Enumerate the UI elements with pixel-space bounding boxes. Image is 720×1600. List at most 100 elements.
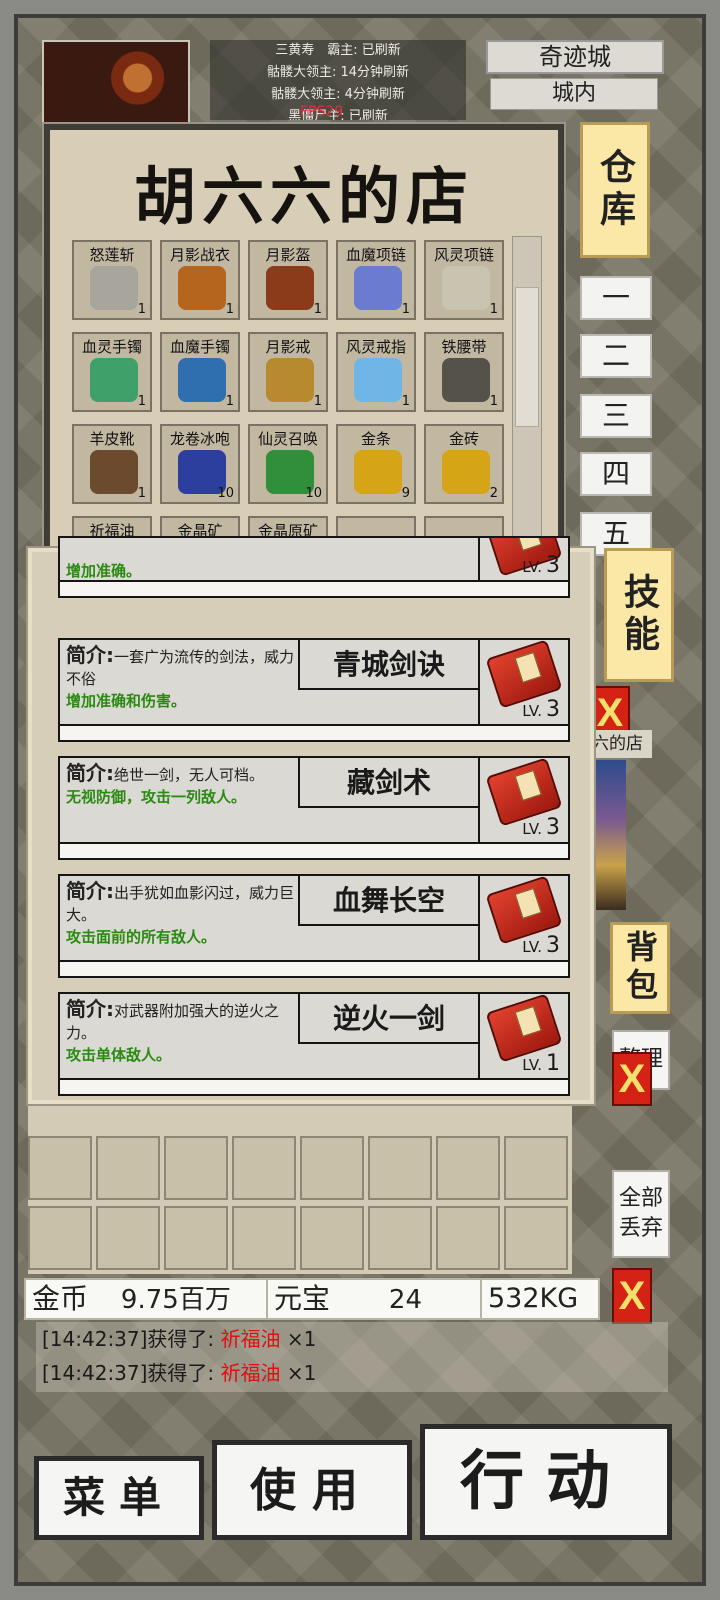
skill-description: 简介:绝世一剑，无人可档。 无视防御，攻击一列敌人。 bbox=[66, 762, 298, 808]
skill-description: 简介:对武器附加强大的逆火之力。 攻击单体敌人。 bbox=[66, 998, 298, 1066]
skill-card-divider bbox=[60, 960, 568, 976]
level-value: 3 bbox=[546, 815, 560, 840]
skill-level: LV. 1 bbox=[522, 1051, 560, 1076]
skill-effect: 攻击面前的所有敌人。 bbox=[66, 928, 217, 946]
bag-slot[interactable] bbox=[504, 1136, 568, 1200]
skill-card[interactable]: 简介:绝世一剑，无人可档。 无视防御，攻击一列敌人。 藏剑术 LV. 3 bbox=[58, 756, 570, 860]
warehouse-tab[interactable]: 仓库 bbox=[580, 122, 650, 258]
level-label: LV. bbox=[522, 938, 542, 956]
warehouse-page-1[interactable]: 一 bbox=[580, 276, 652, 320]
shop-item-slot[interactable]: 风灵戒指 1 bbox=[336, 332, 416, 412]
skill-name: 青城剑诀 bbox=[298, 640, 480, 690]
shop-item-slot[interactable]: 铁腰带 1 bbox=[424, 332, 504, 412]
action-button[interactable]: 行动 bbox=[420, 1424, 672, 1540]
skill-book-slot[interactable]: LV. 1 bbox=[478, 993, 568, 1080]
skill-card[interactable]: 增加准确。 LV. 3 bbox=[58, 536, 570, 598]
skill-name: 逆火一剑 bbox=[298, 994, 480, 1044]
bag-slot[interactable] bbox=[300, 1206, 364, 1270]
item-name: 风灵项链 bbox=[433, 246, 494, 264]
item-icon bbox=[178, 358, 226, 402]
bag-slot[interactable] bbox=[436, 1206, 500, 1270]
item-name: 血魔手镯 bbox=[169, 338, 230, 356]
skill-book-slot[interactable]: LV. 3 bbox=[478, 757, 568, 844]
shop-item-slot[interactable]: 龙卷冰咆 10 bbox=[160, 424, 240, 504]
item-name: 风灵戒指 bbox=[345, 338, 406, 356]
weight-display: 532KG bbox=[488, 1283, 579, 1314]
item-icon bbox=[90, 358, 138, 402]
bag-slot[interactable] bbox=[368, 1206, 432, 1270]
npc-figure[interactable] bbox=[596, 760, 626, 910]
gold-value: 9.75百万 bbox=[120, 1285, 231, 1315]
bag-slot[interactable] bbox=[232, 1136, 296, 1200]
discard-all-button[interactable]: 全部丢弃 bbox=[612, 1170, 670, 1258]
map-area: 城内 bbox=[490, 78, 658, 110]
desc-label: 简介: bbox=[66, 997, 114, 1021]
shop-item-slot[interactable]: 怒莲斩 1 bbox=[72, 240, 152, 320]
level-value: 1 bbox=[546, 1051, 560, 1076]
bag-slot[interactable] bbox=[164, 1136, 228, 1200]
desc-text: 绝世一剑，无人可档。 bbox=[114, 766, 265, 784]
warehouse-page-3[interactable]: 三 bbox=[580, 394, 652, 438]
skill-card[interactable]: 简介:一套广为流传的剑法，威力不俗 增加准确和伤害。 青城剑诀 LV. 3 bbox=[58, 638, 570, 742]
bag-slot[interactable] bbox=[164, 1206, 228, 1270]
item-name: 月影盔 bbox=[265, 246, 311, 264]
close-bag-button[interactable]: X bbox=[612, 1052, 652, 1106]
skill-book-slot[interactable]: LV. 3 bbox=[478, 639, 568, 726]
menu-button[interactable]: 菜单 bbox=[34, 1456, 204, 1540]
shop-window: 胡六六的店 怒莲斩 1 月影战衣 1 月影盔 1 血魔项链 1 风灵项链 1 血灵手镯 1 血魔手镯 1 月… bbox=[42, 122, 566, 556]
skill-level: LV. 3 bbox=[522, 815, 560, 840]
use-button[interactable]: 使用 bbox=[212, 1440, 412, 1540]
shop-item-slot[interactable]: 金砖 2 bbox=[424, 424, 504, 504]
desc-label: 简介: bbox=[66, 879, 114, 903]
skill-name: 血舞长空 bbox=[298, 876, 480, 926]
bag-slot[interactable] bbox=[368, 1136, 432, 1200]
item-name: 血魔项链 bbox=[345, 246, 406, 264]
shop-item-slot[interactable]: 月影盔 1 bbox=[248, 240, 328, 320]
bag-slot[interactable] bbox=[232, 1206, 296, 1270]
skill-card-divider bbox=[60, 724, 568, 740]
close-discard-button[interactable]: X bbox=[612, 1268, 652, 1324]
character-portrait[interactable] bbox=[42, 40, 190, 124]
shop-item-slot[interactable]: 金条 9 bbox=[336, 424, 416, 504]
fps-counter: FPS29 bbox=[300, 104, 344, 120]
item-count: 1 bbox=[225, 394, 234, 409]
boss-line: 骷髅大领主: 4分钟刷新 bbox=[271, 87, 405, 102]
bag-slot[interactable] bbox=[96, 1206, 160, 1270]
boss-line: 三黄寿 霸主: 已刷新 bbox=[275, 43, 401, 58]
item-count: 1 bbox=[225, 302, 234, 317]
shop-item-slot[interactable]: 风灵项链 1 bbox=[424, 240, 504, 320]
skill-book-slot[interactable]: LV. 3 bbox=[478, 538, 568, 582]
item-icon bbox=[442, 450, 490, 494]
item-count: 1 bbox=[489, 394, 498, 409]
shop-scrollbar[interactable] bbox=[512, 236, 542, 548]
shop-item-slot[interactable]: 仙灵召唤 10 bbox=[248, 424, 328, 504]
item-count: 10 bbox=[217, 486, 234, 501]
shop-item-slot[interactable]: 血魔手镯 1 bbox=[160, 332, 240, 412]
warehouse-page-2[interactable]: 二 bbox=[580, 334, 652, 378]
bag-slot[interactable] bbox=[96, 1136, 160, 1200]
shop-scroll-thumb[interactable] bbox=[515, 287, 539, 427]
shop-item-slot[interactable]: 血魔项链 1 bbox=[336, 240, 416, 320]
skill-card[interactable]: 简介:对武器附加强大的逆火之力。 攻击单体敌人。 逆火一剑 LV. 1 bbox=[58, 992, 570, 1096]
item-icon bbox=[354, 266, 402, 310]
shop-item-slot[interactable]: 血灵手镯 1 bbox=[72, 332, 152, 412]
item-count: 1 bbox=[137, 302, 146, 317]
shop-item-slot[interactable]: 羊皮靴 1 bbox=[72, 424, 152, 504]
skill-name: 藏剑术 bbox=[298, 758, 480, 808]
yuanbao-display: 元宝 24 bbox=[268, 1280, 482, 1318]
bag-slot[interactable] bbox=[300, 1136, 364, 1200]
gold-display: 金币 9.75百万 bbox=[26, 1280, 268, 1318]
shop-item-slot[interactable]: 月影战衣 1 bbox=[160, 240, 240, 320]
skill-card-divider bbox=[60, 842, 568, 858]
shop-item-slot[interactable]: 月影戒 1 bbox=[248, 332, 328, 412]
bag-slot[interactable] bbox=[504, 1206, 568, 1270]
warehouse-page-4[interactable]: 四 bbox=[580, 452, 652, 496]
skill-card[interactable]: 简介:出手犹如血影闪过，威力巨大。 攻击面前的所有敌人。 血舞长空 LV. 3 bbox=[58, 874, 570, 978]
skills-tab[interactable]: 技能 bbox=[604, 548, 674, 682]
bag-slot[interactable] bbox=[28, 1206, 92, 1270]
bag-tab[interactable]: 背包 bbox=[610, 922, 670, 1014]
bag-slot[interactable] bbox=[28, 1136, 92, 1200]
level-value: 3 bbox=[546, 697, 560, 722]
skill-book-slot[interactable]: LV. 3 bbox=[478, 875, 568, 962]
bag-slot[interactable] bbox=[436, 1136, 500, 1200]
